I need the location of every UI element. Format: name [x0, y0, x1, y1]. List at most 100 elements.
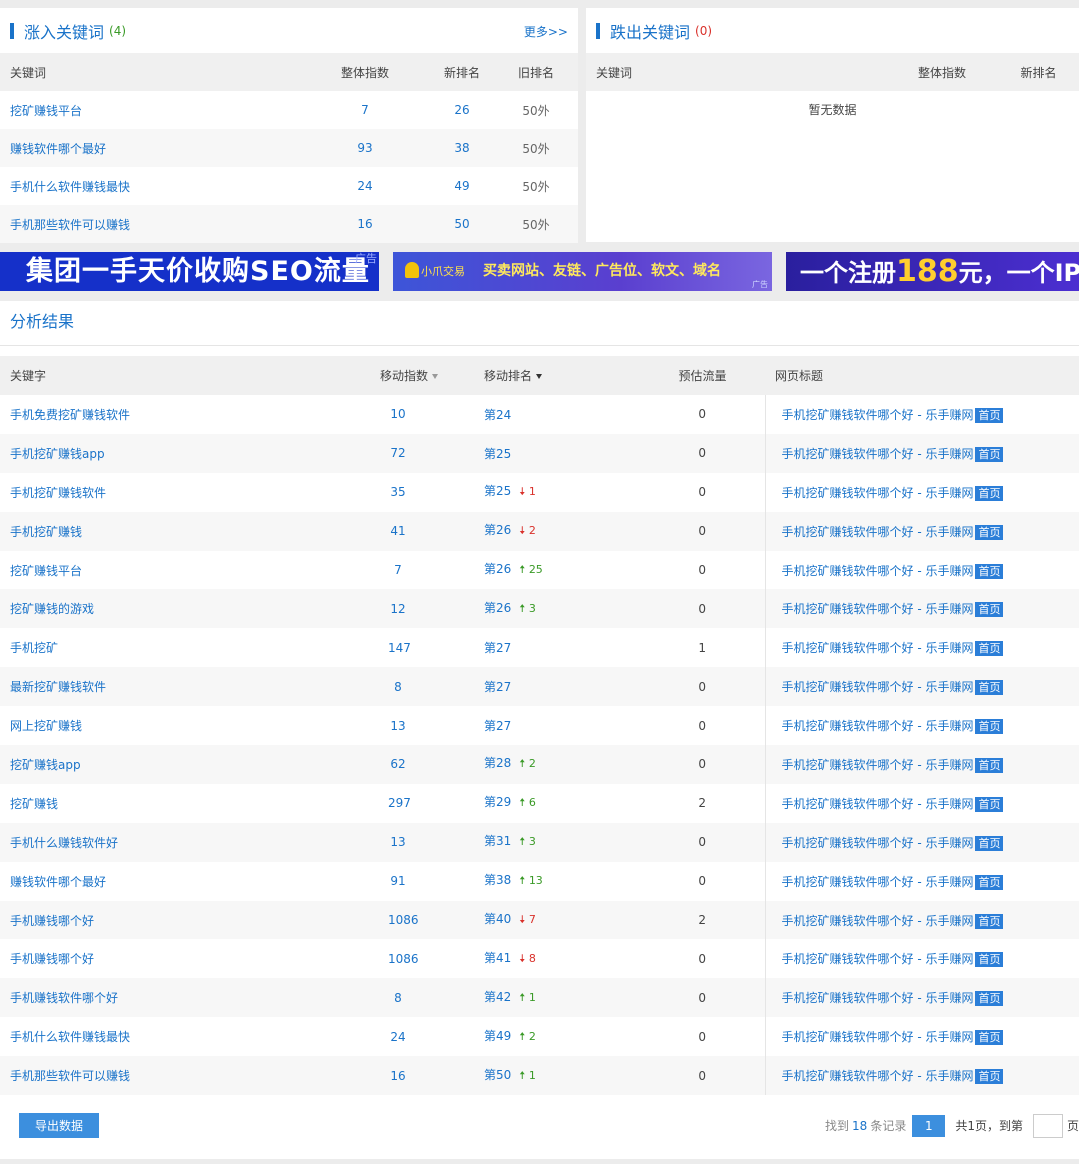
move-index: 91	[390, 874, 406, 889]
keyword-link[interactable]: 挖矿赚钱的游戏	[0, 589, 360, 629]
rank-change-up: 🠅 3	[519, 835, 536, 849]
table-row: 手机赚钱哪个好 1086 第40 🠇 7 2 手机挖矿赚钱软件哪个好 - 乐手赚网 首页	[0, 900, 1079, 940]
page-title-link[interactable]: 手机挖矿赚钱软件哪个好 - 乐手赚网	[782, 758, 974, 772]
keyword-link[interactable]: 手机挖矿赚钱app	[0, 433, 360, 473]
table-row: 挖矿赚钱的游戏 12 第26 🠅 3 0 手机挖矿赚钱软件哪个好 - 乐手赚网 首页	[0, 589, 1079, 629]
estimated-traffic: 0	[640, 978, 765, 1018]
keyword-link[interactable]: 手机什么软件赚钱最快	[0, 167, 300, 205]
keyword-link[interactable]: 网上挖矿赚钱	[0, 706, 360, 745]
keyword-link[interactable]: 挖矿赚钱平台	[0, 551, 360, 590]
keyword-link[interactable]: 最新挖矿赚钱软件	[0, 667, 360, 707]
table-row: 挖矿赚钱平台 7 第26 🠅 25 0 手机挖矿赚钱软件哪个好 - 乐手赚网 首页	[0, 550, 1079, 590]
estimated-traffic: 0	[640, 745, 765, 784]
page-title-link[interactable]: 手机挖矿赚钱软件哪个好 - 乐手赚网	[782, 680, 974, 694]
col-move-index[interactable]: 移动指数	[360, 356, 470, 395]
old-rank: 50外	[494, 205, 578, 243]
move-rank: 第49 🠅 2	[470, 1017, 640, 1056]
falling-keywords-title: 跌出关键词	[610, 22, 691, 42]
title-bar-marker	[596, 22, 600, 39]
homepage-badge: 首页	[975, 1030, 1004, 1046]
estimated-traffic: 0	[640, 433, 765, 473]
move-index: 1086	[388, 951, 419, 966]
move-index: 35	[390, 485, 406, 500]
move-index: 13	[390, 718, 406, 733]
page-title-link[interactable]: 手机挖矿赚钱软件哪个好 - 乐手赚网	[782, 1030, 974, 1044]
ad-banner-xiaozhua[interactable]: 小爪交易 买卖网站、友链、广告位、软文、域名 广告	[393, 252, 772, 291]
move-rank: 第28 🠅 2	[470, 745, 640, 784]
estimated-traffic: 2	[698, 796, 707, 811]
export-data-button[interactable]: 导出数据	[19, 1113, 99, 1138]
ad-banner-seo[interactable]: 集团一手天价收购SEO流量 广告	[0, 252, 379, 291]
keyword-link[interactable]: 手机那些软件可以赚钱	[0, 1056, 360, 1096]
move-index: 1086	[360, 900, 470, 940]
keyword-link[interactable]: 手机那些软件可以赚钱	[0, 205, 300, 243]
page-title-cell: 手机挖矿赚钱软件哪个好 - 乐手赚网 首页	[764, 900, 1079, 940]
analysis-results-title: 分析结果	[0, 301, 1079, 346]
move-rank: 第27	[470, 667, 640, 707]
page-title-link[interactable]: 手机挖矿赚钱软件哪个好 - 乐手赚网	[782, 1069, 974, 1083]
page-unit-label: 页	[1066, 1119, 1079, 1133]
page-title-link[interactable]: 手机挖矿赚钱软件哪个好 - 乐手赚网	[782, 797, 974, 811]
keyword-link[interactable]: 手机什么赚钱软件好	[0, 822, 360, 862]
table-row: 手机什么赚钱软件好 13 第31 🠅 3 0 手机挖矿赚钱软件哪个好 - 乐手赚网 首页	[0, 822, 1079, 862]
homepage-badge: 首页	[975, 485, 1004, 501]
keyword-link[interactable]: 手机赚钱哪个好	[0, 900, 360, 940]
keyword-link[interactable]: 挖矿赚钱平台	[0, 91, 300, 129]
table-row: 挖矿赚钱app 62 第28 🠅 2 0 手机挖矿赚钱软件哪个好 - 乐手赚网 首页	[0, 745, 1079, 784]
keyword-link[interactable]: 手机挖矿赚钱	[0, 511, 360, 551]
keyword-link[interactable]: 赚钱软件哪个最好	[0, 129, 300, 167]
move-rank: 第26 🠇 2	[470, 511, 640, 551]
table-row: 网上挖矿赚钱 13 第27 0 手机挖矿赚钱软件哪个好 - 乐手赚网 首页	[0, 706, 1079, 746]
estimated-traffic: 0	[698, 407, 707, 422]
arrow-down-icon: 🠇	[519, 913, 526, 927]
keyword-link[interactable]: 手机赚钱哪个好	[0, 939, 360, 978]
page-title-link[interactable]: 手机挖矿赚钱软件哪个好 - 乐手赚网	[782, 602, 974, 616]
keyword-link[interactable]: 手机什么软件赚钱最快	[0, 1017, 360, 1056]
page-title-link[interactable]: 手机挖矿赚钱软件哪个好 - 乐手赚网	[782, 719, 974, 733]
keyword-link[interactable]: 手机免费挖矿赚钱软件	[0, 395, 360, 434]
keyword-link[interactable]: 挖矿赚钱	[0, 784, 360, 823]
page-title-link[interactable]: 手机挖矿赚钱软件哪个好 - 乐手赚网	[782, 447, 974, 461]
col-move-rank[interactable]: 移动排名	[470, 356, 640, 395]
page-title-link[interactable]: 手机挖矿赚钱软件哪个好 - 乐手赚网	[782, 486, 974, 500]
col-new-rank: 新排名	[430, 53, 494, 91]
rank-change-up: 🠅 1	[519, 990, 536, 1004]
move-index: 41	[360, 511, 470, 551]
page-title-link[interactable]: 手机挖矿赚钱软件哪个好 - 乐手赚网	[782, 952, 974, 966]
keyword-link[interactable]: 手机赚钱软件哪个好	[0, 978, 360, 1018]
page-title-link[interactable]: 手机挖矿赚钱软件哪个好 - 乐手赚网	[782, 836, 974, 850]
estimated-traffic: 0	[640, 667, 765, 707]
page-title-cell: 手机挖矿赚钱软件哪个好 - 乐手赚网 首页	[764, 861, 1079, 901]
page-title-cell: 手机挖矿赚钱软件哪个好 - 乐手赚网 首页	[764, 628, 1079, 668]
keyword-link[interactable]: 赚钱软件哪个最好	[0, 862, 360, 901]
estimated-traffic: 0	[698, 951, 707, 966]
arrow-up-icon: 🠅	[519, 601, 526, 615]
page-title-link[interactable]: 手机挖矿赚钱软件哪个好 - 乐手赚网	[782, 525, 974, 539]
more-link[interactable]: 更多>>	[524, 23, 568, 40]
falling-keywords-panel: 跌出关键词 (0) 关键词 整体指数 新排名 暂无数据	[586, 8, 1079, 242]
homepage-badge: 首页	[975, 835, 1004, 851]
page-title-link[interactable]: 手机挖矿赚钱软件哪个好 - 乐手赚网	[782, 914, 974, 928]
records-label-pre: 找到	[825, 1119, 850, 1133]
sort-desc-icon	[536, 374, 543, 379]
ad-banner-register[interactable]: 一个注册188元，一个IP2	[786, 252, 1079, 291]
keyword-link[interactable]: 手机挖矿赚钱软件	[0, 473, 360, 512]
page-title-link[interactable]: 手机挖矿赚钱软件哪个好 - 乐手赚网	[782, 641, 974, 655]
page-title-link[interactable]: 手机挖矿赚钱软件哪个好 - 乐手赚网	[782, 408, 974, 422]
keyword-link[interactable]: 手机挖矿	[0, 628, 360, 667]
page-title-link[interactable]: 手机挖矿赚钱软件哪个好 - 乐手赚网	[782, 991, 974, 1005]
falling-keywords-header: 跌出关键词 (0)	[586, 8, 1079, 53]
page-title-cell: 手机挖矿赚钱软件哪个好 - 乐手赚网 首页	[764, 395, 1079, 434]
page-title-link[interactable]: 手机挖矿赚钱软件哪个好 - 乐手赚网	[782, 875, 974, 889]
page-jump-input[interactable]	[1032, 1113, 1063, 1138]
page-title-cell: 手机挖矿赚钱软件哪个好 - 乐手赚网 首页	[764, 511, 1079, 551]
page-title-cell: 手机挖矿赚钱软件哪个好 - 乐手赚网 首页	[764, 822, 1079, 862]
rising-keywords-table: 关键词 整体指数 新排名 旧排名 挖矿赚钱平台 7 26 50外 赚钱软件哪个最好 93 3…	[0, 53, 578, 243]
keyword-link[interactable]: 挖矿赚钱app	[0, 745, 360, 784]
page-title-link[interactable]: 手机挖矿赚钱软件哪个好 - 乐手赚网	[782, 564, 974, 578]
falling-keywords-table: 关键词 整体指数 新排名	[586, 53, 1079, 91]
move-rank: 第38 🠅 13	[470, 862, 640, 901]
page-title-cell: 手机挖矿赚钱软件哪个好 - 乐手赚网 首页	[764, 472, 1079, 512]
page-1-button[interactable]: 1	[912, 1114, 946, 1137]
table-row: 最新挖矿赚钱软件 8 第27 0 手机挖矿赚钱软件哪个好 - 乐手赚网 首页	[0, 667, 1079, 707]
